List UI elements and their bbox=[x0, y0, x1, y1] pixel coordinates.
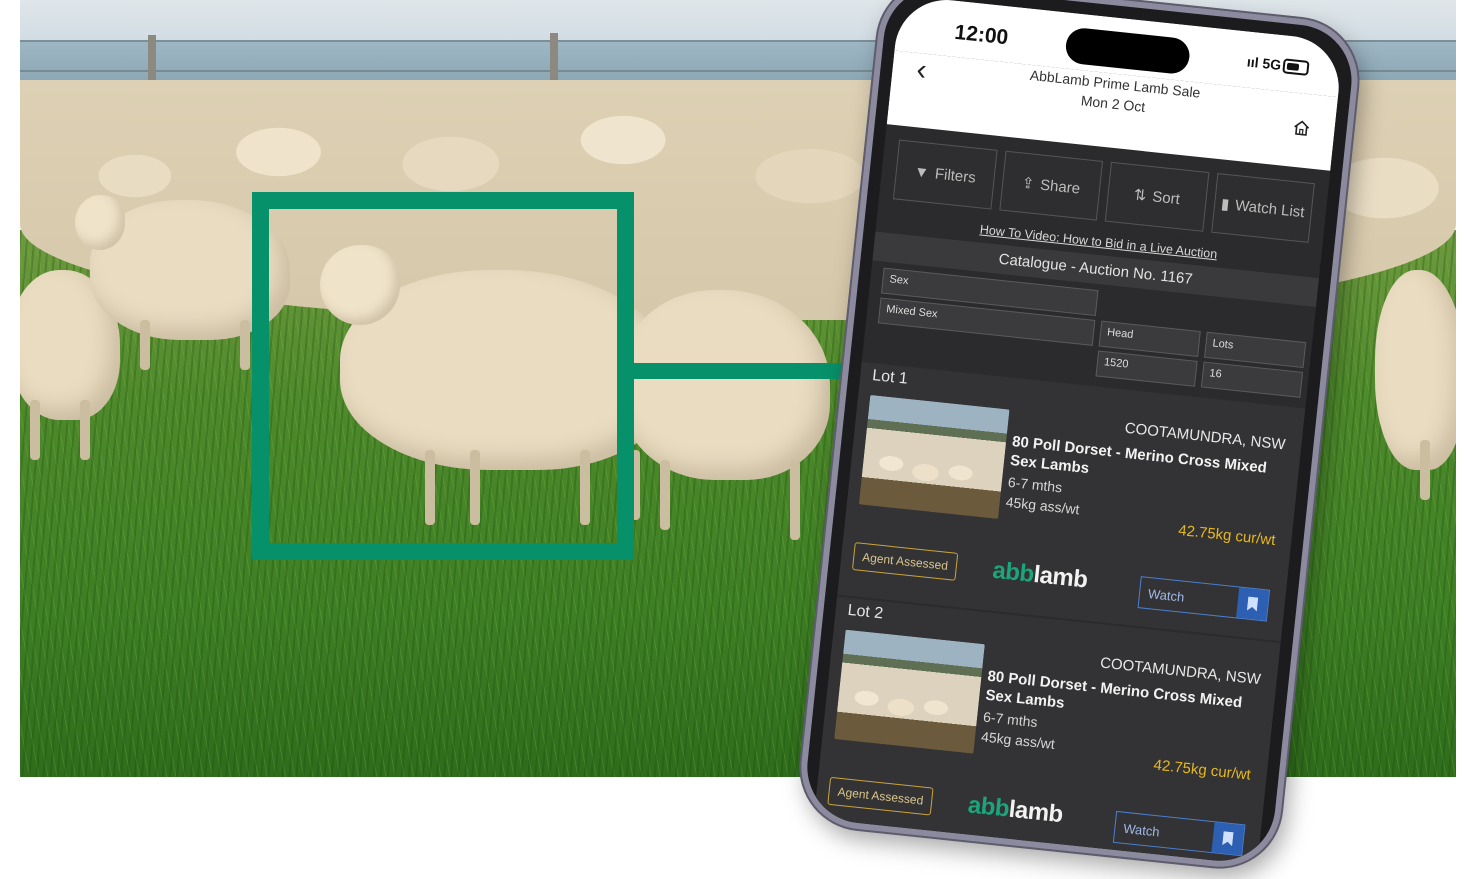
bookmark-icon bbox=[1236, 587, 1270, 621]
sheep-leg bbox=[140, 320, 150, 370]
abblamb-logo: abblamb bbox=[966, 791, 1064, 829]
lot-current-weight: 42.75kg cur/wt bbox=[1152, 756, 1252, 784]
sheep-leg bbox=[240, 320, 250, 370]
watch-button[interactable]: Watch bbox=[1137, 576, 1271, 622]
watch-list-label: Watch List bbox=[1234, 196, 1306, 221]
lot-thumbnail[interactable] bbox=[834, 629, 985, 754]
filter-icon: ▼ bbox=[913, 162, 930, 182]
head-value: 1520 bbox=[1095, 350, 1198, 387]
dynamic-island bbox=[1064, 26, 1192, 76]
sheep-leg bbox=[660, 460, 670, 530]
logo-abb: abb bbox=[966, 791, 1011, 823]
agent-assessed-badge: Agent Assessed bbox=[827, 776, 934, 816]
logo-abb: abb bbox=[991, 556, 1036, 588]
filters-button[interactable]: ▼ Filters bbox=[892, 139, 998, 210]
battery-icon bbox=[1282, 58, 1310, 76]
lot-card[interactable]: Lot 2 COOTAMUNDRA, NSW 80 Poll Dorset - … bbox=[813, 596, 1281, 865]
lot-card[interactable]: Lot 1 COOTAMUNDRA, NSW 80 Poll Dorset - … bbox=[837, 361, 1306, 642]
lot-assessed-weight: 45kg ass/wt bbox=[1005, 493, 1081, 518]
filters-label: Filters bbox=[934, 165, 977, 187]
lot-age: 6-7 mths bbox=[1007, 473, 1063, 496]
bookmark-icon bbox=[1211, 822, 1245, 856]
highlight-frame bbox=[252, 192, 634, 560]
watch-label: Watch bbox=[1122, 820, 1161, 840]
phone-frame: 12:00 ııl 5G ‹ AbbLamb Prime Lamb Sale M… bbox=[795, 0, 1364, 873]
status-time: 12:00 bbox=[953, 20, 1010, 50]
lot-age: 6-7 mths bbox=[982, 708, 1039, 731]
share-label: Share bbox=[1039, 176, 1081, 198]
share-icon: ⇪ bbox=[1020, 174, 1036, 193]
sheep-leg bbox=[80, 400, 90, 460]
watch-label: Watch bbox=[1147, 585, 1186, 605]
sheep bbox=[620, 290, 830, 480]
sort-button[interactable]: ⇅ Sort bbox=[1104, 161, 1209, 232]
agent-assessed-badge: Agent Assessed bbox=[851, 542, 959, 581]
sort-label: Sort bbox=[1151, 187, 1181, 208]
logo-lamb: lamb bbox=[1007, 795, 1065, 829]
sheep-leg bbox=[790, 460, 800, 540]
watch-button[interactable]: Watch bbox=[1112, 810, 1246, 857]
lot-current-weight: 42.75kg cur/wt bbox=[1177, 521, 1277, 549]
phone-mockup: 12:00 ııl 5G ‹ AbbLamb Prime Lamb Sale M… bbox=[778, 0, 1423, 873]
logo-lamb: lamb bbox=[1032, 561, 1089, 594]
sheep-head bbox=[75, 195, 125, 250]
sheep-leg bbox=[1420, 440, 1430, 500]
abblamb-logo: abblamb bbox=[991, 556, 1089, 595]
signal-icon: ııl 5G bbox=[1246, 53, 1282, 73]
lots-value: 16 bbox=[1200, 361, 1304, 398]
watch-list-button[interactable]: ▮ Watch List bbox=[1210, 172, 1315, 243]
bookmark-icon: ▮ bbox=[1220, 195, 1231, 214]
phone-screen: 12:00 ııl 5G ‹ AbbLamb Prime Lamb Sale M… bbox=[813, 0, 1344, 865]
home-icon[interactable] bbox=[1292, 119, 1312, 137]
sheep-leg bbox=[30, 400, 40, 460]
sort-icon: ⇅ bbox=[1132, 186, 1148, 205]
lot-thumbnail[interactable] bbox=[858, 394, 1010, 519]
share-button[interactable]: ⇪ Share bbox=[998, 150, 1104, 221]
lot-assessed-weight: 45kg ass/wt bbox=[980, 728, 1056, 753]
